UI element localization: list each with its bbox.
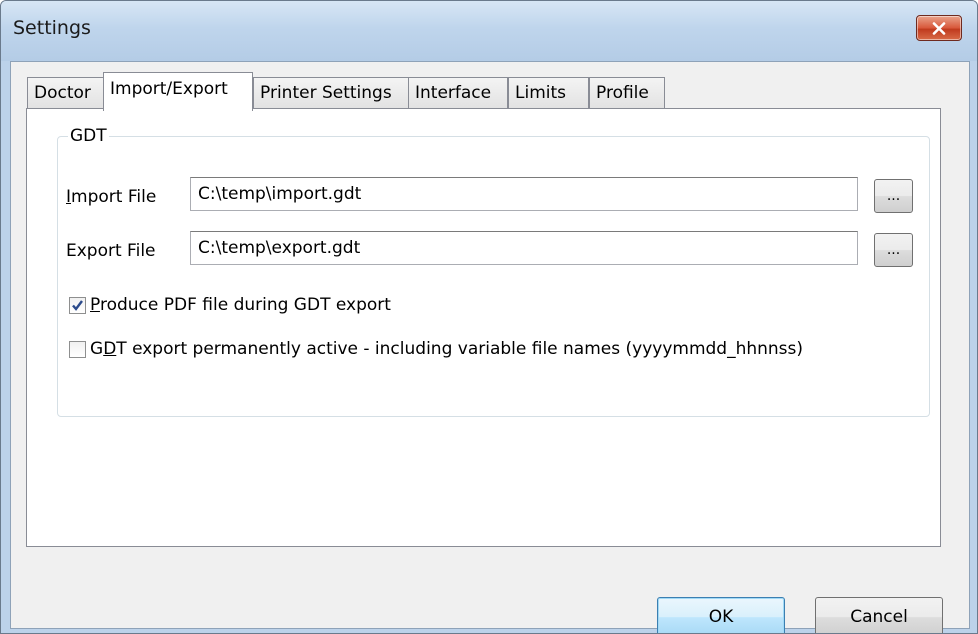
tab-import-export[interactable]: Import/Export (103, 72, 253, 111)
import-file-label: Import File (66, 187, 157, 207)
export-file-browse-button[interactable]: ... (874, 233, 913, 267)
produce-pdf-checkbox[interactable] (69, 296, 86, 314)
export-file-label: Export File (66, 241, 156, 261)
gdt-group-label: GDT (68, 126, 109, 146)
close-x-icon (932, 21, 946, 35)
produce-pdf-row[interactable]: Produce PDF file during GDT export (69, 294, 391, 316)
settings-window: Settings Doctor Import/Export Printer Se… (0, 0, 978, 634)
dialog-client-area: Doctor Import/Export Printer Settings In… (10, 61, 970, 633)
tab-doctor[interactable]: Doctor (27, 77, 104, 108)
window-title: Settings (13, 17, 91, 39)
gdt-groupbox: GDT Import File ... Export File ... Prod… (57, 126, 930, 417)
import-file-input[interactable] (190, 177, 858, 211)
permanent-export-checkbox[interactable] (69, 340, 86, 358)
title-bar[interactable]: Settings (1, 1, 977, 61)
tab-limits[interactable]: Limits (508, 77, 589, 108)
tab-interface[interactable]: Interface (408, 77, 508, 108)
ok-button[interactable]: OK (657, 597, 785, 633)
check-mark-icon (72, 299, 83, 311)
produce-pdf-label[interactable]: Produce PDF file during GDT export (90, 295, 391, 315)
import-file-browse-button[interactable]: ... (874, 179, 913, 213)
permanent-export-label[interactable]: GDT export permanently active - includin… (90, 339, 803, 359)
close-button[interactable] (916, 15, 962, 41)
tab-printer-settings[interactable]: Printer Settings (253, 77, 409, 108)
export-file-input[interactable] (190, 231, 858, 265)
import-export-panel: GDT Import File ... Export File ... Prod… (26, 108, 941, 547)
cancel-button[interactable]: Cancel (815, 597, 943, 633)
tab-profile[interactable]: Profile (589, 77, 665, 108)
permanent-export-row[interactable]: GDT export permanently active - includin… (69, 338, 803, 360)
